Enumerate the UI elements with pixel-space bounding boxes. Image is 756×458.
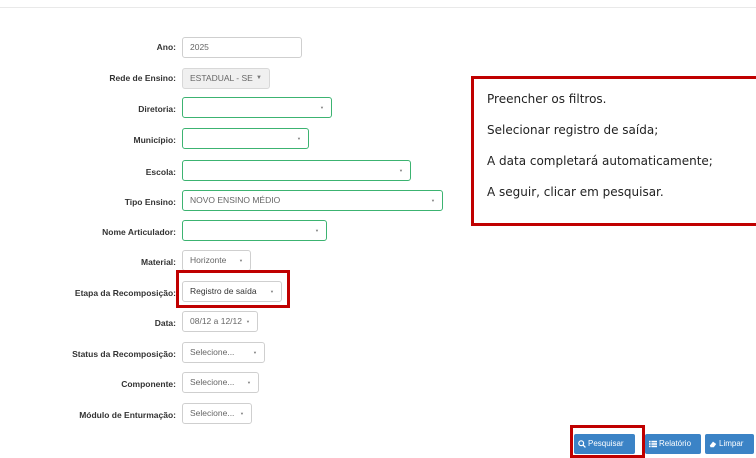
tipo-ensino-value: NOVO ENSINO MÉDIO [190,195,281,205]
diretoria-select[interactable]: ▼ [182,97,332,118]
rede-ensino-value: ESTADUAL - SE [190,73,253,83]
etapa-highlight-box [176,270,290,308]
top-divider [0,7,756,8]
material-value: Horizonte [190,255,227,265]
componente-label: Componente: [121,379,176,389]
nome-articulador-label: Nome Articulador: [102,227,176,237]
escola-label: Escola: [145,167,176,177]
modulo-enturmacao-label: Módulo de Enturmação: [79,410,176,420]
chevron-down-icon: ▼ [399,168,403,173]
componente-value: Selecione... [190,377,235,387]
relatorio-label: Relatório [659,439,692,448]
ano-label: Ano: [156,42,176,52]
limpar-button[interactable]: Limpar [705,434,754,454]
data-value: 08/12 a 12/12 [190,316,242,326]
material-label: Material: [141,257,176,267]
escola-select[interactable]: ▼ [182,160,411,181]
instructions-callout: Preencher os filtros. Selecionar registr… [471,76,756,226]
instruction-line: Selecionar registro de saída; [487,123,659,137]
data-label: Data: [154,318,176,328]
chevron-down-icon: ▼ [239,258,243,263]
list-icon [649,440,657,448]
chevron-down-icon: ▼ [247,380,251,385]
etapa-recomposicao-label: Etapa da Recomposição: [74,288,176,298]
status-recomposicao-label: Status da Recomposição: [72,349,176,359]
nome-articulador-select[interactable]: ▼ [182,220,327,241]
municipio-select[interactable]: ▼ [182,128,309,149]
componente-select[interactable]: Selecione... ▼ [182,372,259,393]
modulo-enturmacao-value: Selecione... [190,408,235,418]
status-recomposicao-select[interactable]: Selecione... ▼ [182,342,265,363]
rede-ensino-select[interactable]: ESTADUAL - SE ▼ [182,68,270,89]
status-recomposicao-value: Selecione... [190,347,235,357]
chevron-down-icon: ▼ [256,75,262,81]
relatorio-button[interactable]: Relatório [645,434,701,454]
diretoria-label: Diretoria: [138,104,176,114]
instruction-line: A data completará automaticamente; [487,154,713,168]
chevron-down-icon: ▼ [246,319,250,324]
municipio-label: Município: [133,135,177,145]
modulo-enturmacao-select[interactable]: Selecione... ▼ [182,403,252,424]
limpar-label: Limpar [719,439,744,448]
instruction-line: Preencher os filtros. [487,92,607,106]
chevron-down-icon: ▼ [320,105,324,110]
data-select[interactable]: 08/12 a 12/12 ▼ [182,311,258,332]
ano-input[interactable]: 2025 [182,37,302,58]
tipo-ensino-label: Tipo Ensino: [124,197,176,207]
material-select[interactable]: Horizonte ▼ [182,250,251,271]
chevron-down-icon: ▼ [240,411,244,416]
chevron-down-icon: ▼ [315,228,319,233]
eraser-icon [709,441,717,448]
chevron-down-icon: ▼ [253,350,257,355]
chevron-down-icon: ▼ [431,198,435,203]
instruction-line: A seguir, clicar em pesquisar. [487,185,664,199]
tipo-ensino-select[interactable]: NOVO ENSINO MÉDIO ▼ [182,190,443,211]
pesquisar-highlight-box [570,425,645,458]
rede-ensino-label: Rede de Ensino: [109,73,176,83]
chevron-down-icon: ▼ [297,136,301,141]
